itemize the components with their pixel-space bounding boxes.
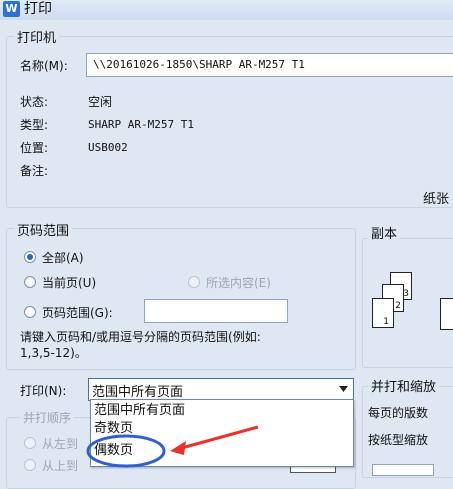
- arrow-head-icon: [170, 441, 186, 455]
- annotation-overlay: [86, 425, 259, 468]
- highlight-circle: [86, 434, 166, 468]
- arrow-line: [177, 425, 259, 451]
